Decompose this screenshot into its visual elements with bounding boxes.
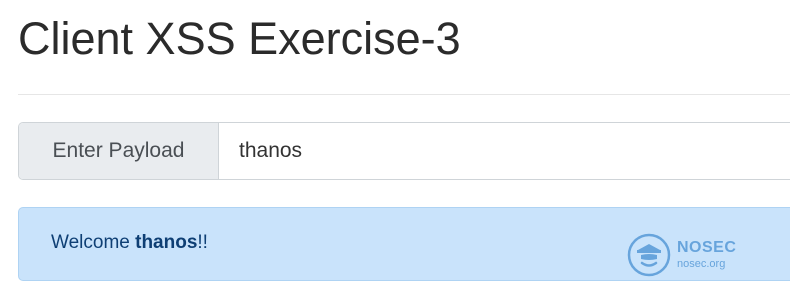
- nosec-watermark: NOSEC nosec.org: [627, 233, 736, 277]
- payload-input[interactable]: [219, 123, 790, 179]
- welcome-prefix: Welcome: [51, 232, 136, 253]
- divider: [18, 94, 790, 95]
- watermark-text: NOSEC nosec.org: [677, 240, 736, 270]
- nosec-logo-icon: [627, 233, 671, 277]
- watermark-brand: NOSEC: [677, 239, 737, 256]
- watermark-url: nosec.org: [677, 258, 726, 270]
- welcome-message: Welcome thanos!!: [51, 232, 208, 254]
- welcome-name: thanos: [135, 232, 198, 253]
- page: Client XSS Exercise-3 Enter Payload Welc…: [0, 0, 790, 306]
- payload-addon-label: Enter Payload: [19, 123, 219, 179]
- welcome-suffix: !!: [197, 232, 208, 253]
- payload-input-group: Enter Payload: [18, 122, 790, 180]
- page-title: Client XSS Exercise-3: [18, 13, 461, 64]
- welcome-alert: Welcome thanos!! NOSEC nosec.org: [18, 207, 790, 281]
